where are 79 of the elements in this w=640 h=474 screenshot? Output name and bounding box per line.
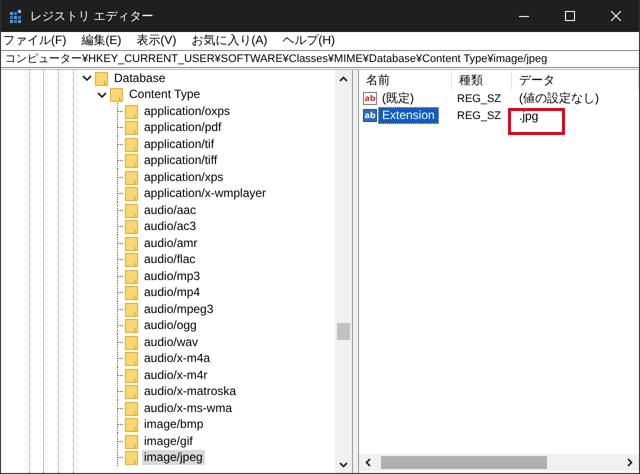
menu-item[interactable]: お気に入り(A)	[191, 32, 274, 49]
value-type: REG_SZ	[456, 92, 502, 104]
folder-icon	[125, 136, 138, 152]
folder-icon	[125, 202, 138, 218]
close-icon	[611, 11, 621, 21]
scroll-up-icon[interactable]	[339, 76, 348, 82]
tree-item[interactable]: audio/mpeg3	[142, 302, 216, 317]
window-title: レジストリ エディター	[30, 8, 154, 24]
folder-icon	[125, 384, 138, 400]
value-data: .jpg	[519, 108, 538, 122]
tree-item[interactable]: audio/mp4	[142, 285, 202, 300]
tree-item[interactable]: audio/mp3	[142, 268, 202, 284]
menu-item[interactable]: ヘルプ(H)	[282, 32, 342, 49]
folder-icon	[125, 334, 138, 350]
tree-item[interactable]: application/pdf	[142, 120, 224, 136]
horizontal-scrollbar[interactable]	[359, 454, 639, 471]
tree-item[interactable]: audio/x-ms-wma	[142, 400, 234, 416]
tree-item[interactable]: audio/amr	[142, 236, 200, 251]
folder-icon	[125, 153, 138, 168]
column-header[interactable]: 種類	[452, 71, 512, 89]
tree-item[interactable]: audio/ogg	[142, 318, 199, 334]
address-field[interactable]: コンピューター¥HKEY_CURRENT_USER¥SOFTWARE¥Classes¥MIME¥Database¥Content Type¥image/jpeg	[1, 50, 639, 68]
value-type: REG_SZ	[456, 110, 502, 122]
scrollbar-thumb[interactable]	[337, 323, 350, 340]
tree-item[interactable]: application/oxps	[142, 104, 232, 119]
folder-icon	[125, 285, 138, 300]
scrollbar-thumb[interactable]	[381, 456, 547, 469]
tree-item[interactable]: audio/x-m4a	[142, 351, 212, 366]
folder-icon	[110, 87, 123, 102]
tree-item[interactable]: audio/ac3	[142, 219, 198, 234]
expand-caret-icon[interactable]	[97, 90, 107, 99]
menu-item[interactable]: 編集(E)	[81, 32, 128, 49]
folder-icon	[125, 120, 138, 136]
folder-icon	[125, 417, 138, 432]
tree-item[interactable]: audio/x-matroska	[142, 384, 238, 400]
folder-icon	[95, 70, 108, 86]
value-name[interactable]: (既定)	[378, 90, 418, 107]
value-data: (値の設定なし)	[519, 90, 599, 107]
folder-icon	[125, 170, 138, 185]
column-header[interactable]: 名前	[359, 71, 452, 89]
tree-item[interactable]: Database	[112, 70, 168, 86]
app-icon	[9, 9, 23, 23]
folder-icon	[125, 450, 138, 466]
value-name[interactable]: Extension	[378, 107, 439, 124]
tree-item[interactable]: image/jpeg	[142, 450, 205, 466]
column-header[interactable]: データ	[512, 71, 639, 89]
folder-icon	[125, 400, 138, 416]
tree-item[interactable]: image/bmp	[142, 417, 206, 432]
tree-item[interactable]: audio/flac	[142, 252, 198, 268]
scroll-down-icon[interactable]	[339, 462, 348, 468]
string-value-icon: ab	[363, 109, 377, 122]
tree-item[interactable]: application/tiff	[142, 153, 220, 168]
tree-item[interactable]: audio/aac	[142, 202, 198, 218]
folder-icon	[125, 104, 138, 119]
scroll-left-icon[interactable]	[365, 458, 371, 467]
maximize-icon	[565, 11, 575, 21]
tree-item[interactable]: application/x-wmplayer	[142, 186, 268, 202]
tree-item[interactable]: application/xps	[142, 170, 226, 185]
menu-item[interactable]: 表示(V)	[136, 32, 184, 49]
folder-icon	[125, 351, 138, 366]
scroll-right-icon[interactable]	[627, 458, 633, 467]
folder-icon	[125, 219, 138, 234]
folder-icon	[125, 186, 138, 202]
folder-icon	[125, 368, 138, 383]
folder-icon	[125, 434, 138, 449]
folder-icon	[125, 252, 138, 268]
tree-item[interactable]: Content Type	[127, 87, 202, 102]
vertical-scrollbar[interactable]	[335, 70, 352, 473]
tree-item[interactable]: audio/wav	[142, 334, 200, 350]
tree-item[interactable]: image/gif	[142, 434, 195, 449]
folder-icon	[125, 318, 138, 334]
folder-icon	[125, 236, 138, 251]
folder-icon	[125, 268, 138, 284]
tree-item[interactable]: audio/x-m4r	[142, 368, 210, 383]
tree-item[interactable]: application/tif	[142, 136, 216, 152]
string-value-icon: ab	[363, 92, 377, 105]
menu-item[interactable]: ファイル(F)	[3, 32, 74, 49]
expand-caret-icon[interactable]	[82, 74, 92, 82]
folder-icon	[125, 302, 138, 317]
